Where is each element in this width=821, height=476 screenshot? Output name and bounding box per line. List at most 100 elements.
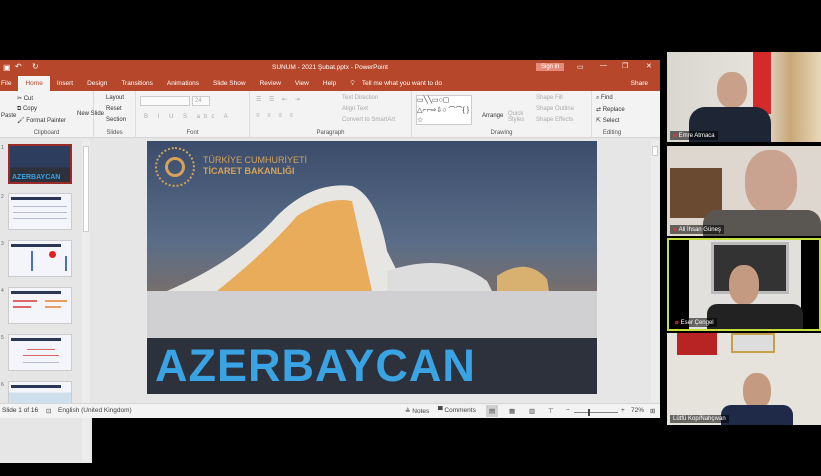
comments-button[interactable]: ▀ Comments: [438, 407, 476, 414]
drawing-group: ▭╲╲▭○▢ △⌐⌐⇨⇩○ ⌒⌒{ }☆ Arrange Quick Style…: [412, 91, 592, 138]
slide-title[interactable]: AZERBAYCAN: [155, 340, 476, 392]
tab-transitions[interactable]: Transitions: [114, 76, 160, 91]
slide-sorter-icon[interactable]: ▦: [509, 407, 515, 415]
reading-view-icon[interactable]: ▥: [529, 407, 535, 415]
editing-label: Editing: [602, 130, 622, 136]
shape-effects-button[interactable]: Shape Effects: [536, 117, 573, 123]
status-bar: Slide 1 of 16 ⊡ English (United Kingdom)…: [0, 403, 660, 418]
font-format-buttons[interactable]: B I U S abc A: [144, 114, 232, 120]
thumbnail-slide-1[interactable]: AZERBAYCAN: [8, 144, 72, 184]
arrange-button[interactable]: Arrange: [482, 113, 503, 119]
thumbnail-slide-2[interactable]: [8, 193, 72, 230]
notes-label: Notes: [412, 408, 430, 415]
font-size-input[interactable]: 24: [192, 96, 210, 106]
thumb-number: 2: [1, 194, 4, 200]
participant-name-label: Ali İhsan Güneş: [678, 227, 721, 233]
slide-counter: Slide 1 of 16: [2, 407, 39, 414]
participant-tile[interactable]: ⌀ Emre Atmaca: [667, 52, 821, 142]
minimize-icon[interactable]: —: [600, 62, 607, 69]
tab-animations[interactable]: Animations: [160, 76, 206, 91]
maximize-icon[interactable]: ❐: [622, 62, 628, 70]
participant-tile-active-speaker[interactable]: ⌀ Eser Çengel: [667, 238, 821, 331]
paragraph-label: Paragraph: [316, 130, 345, 136]
zoom-out-icon[interactable]: −: [566, 407, 570, 414]
reset-button[interactable]: Reset: [106, 106, 122, 112]
find-label: Find: [601, 95, 613, 101]
replace-button[interactable]: ⇄ Replace: [596, 106, 625, 113]
format-painter-button[interactable]: 🖌︎ Format Painter: [17, 117, 66, 124]
cut-button[interactable]: ✂ Cut: [17, 95, 33, 102]
slides-label: Slides: [106, 130, 123, 136]
zoom-slider-thumb[interactable]: [588, 409, 590, 416]
participant-name-label: Eser Çengel: [680, 320, 714, 326]
slide-canvas[interactable]: TÜRKİYE CUMHURİYETİ TİCARET BAKANLIĞI AZ…: [147, 141, 597, 394]
participant-video: [743, 373, 771, 409]
thumbnail-slide-3[interactable]: [8, 240, 72, 277]
thumb-number: 1: [1, 145, 4, 151]
quick-styles-button[interactable]: Quick Styles: [508, 111, 524, 123]
thumb-number: 5: [1, 335, 4, 341]
shape-outline-button[interactable]: Shape Outline: [536, 106, 574, 112]
thumb-number: 3: [1, 241, 4, 247]
paragraph-group: Text Direction Align Text Convert to Sma…: [250, 91, 412, 138]
thumbnail-slide-4[interactable]: [8, 287, 72, 324]
language-status[interactable]: English (United Kingdom): [58, 407, 132, 414]
title-band: AZERBAYCAN: [147, 338, 597, 394]
paste-button[interactable]: Paste: [1, 113, 16, 119]
normal-view-icon[interactable]: ▤: [486, 405, 499, 417]
drawing-label: Drawing: [490, 130, 513, 136]
list-buttons[interactable]: ☰ ☰ ⇤ ⇥: [256, 96, 303, 103]
notes-button[interactable]: ≜ Notes: [405, 407, 429, 415]
new-slide-button[interactable]: New Slide: [77, 111, 104, 117]
participant-video: [745, 150, 797, 214]
participant-name-label: Emre Atmaca: [678, 133, 715, 139]
sign-in-button[interactable]: Sign in: [536, 63, 565, 71]
zoom-in-icon[interactable]: +: [621, 407, 625, 414]
close-icon[interactable]: ✕: [646, 62, 652, 70]
tab-view[interactable]: View: [288, 76, 316, 91]
thumbnail-slide-5[interactable]: [8, 334, 72, 371]
shape-fill-button[interactable]: Shape Fill: [536, 95, 563, 101]
font-name-input[interactable]: [140, 96, 190, 106]
tab-insert[interactable]: Insert: [50, 76, 80, 91]
align-buttons[interactable]: ≡ ≡ ≡ ≡: [256, 113, 296, 119]
tab-design[interactable]: Design: [80, 76, 114, 91]
lightbulb-icon: 💡︎: [350, 80, 355, 87]
ribbon-tabs: File Home Insert Design Transitions Anim…: [0, 76, 660, 91]
muted-mic-icon: ⌀: [675, 320, 679, 326]
format-painter-label: Format Painter: [26, 118, 66, 124]
section-button[interactable]: Section: [106, 117, 126, 123]
text-direction-button[interactable]: Text Direction: [342, 95, 378, 101]
ribbon: Paste ✂ Cut ⧉ Copy 🖌︎ Format Painter Cli…: [0, 91, 660, 138]
accessibility-icon[interactable]: ⊡: [46, 407, 51, 415]
shapes-gallery[interactable]: ▭╲╲▭○▢ △⌐⌐⇨⇩○ ⌒⌒{ }☆: [416, 95, 472, 125]
tab-review[interactable]: Review: [253, 76, 288, 91]
tab-slide-show[interactable]: Slide Show: [206, 76, 253, 91]
tab-file[interactable]: File: [0, 76, 18, 91]
tell-me-search[interactable]: Tell me what you want to do: [362, 76, 449, 91]
muted-mic-icon: ⌀: [673, 227, 677, 233]
slides-group: New Slide Layout Reset Section Slides: [77, 91, 136, 138]
zoom-slider[interactable]: [574, 409, 618, 416]
participant-video: [717, 72, 747, 108]
slideshow-icon[interactable]: ⊤: [548, 407, 554, 415]
participant-tile[interactable]: ⌀ Ali İhsan Güneş: [667, 146, 821, 236]
participant-name: ⌀ Emre Atmaca: [670, 131, 718, 140]
fit-slide-icon[interactable]: ⊞: [650, 407, 655, 415]
convert-smartart-button[interactable]: Convert to SmartArt: [342, 117, 395, 123]
slide-scrollbar[interactable]: [651, 140, 659, 402]
layout-button[interactable]: Layout: [106, 95, 124, 101]
tab-help[interactable]: Help: [316, 76, 343, 91]
find-button[interactable]: ⌕ Find: [596, 95, 613, 102]
participant-tile[interactable]: Lütfü Kop/Nahçıvan: [667, 333, 821, 425]
share-button[interactable]: Share: [631, 80, 648, 87]
thumb-number: 6: [1, 382, 4, 388]
select-button[interactable]: ⇱ Select: [596, 117, 619, 124]
ribbon-display-icon[interactable]: ▭: [577, 63, 584, 71]
copy-button[interactable]: ⧉ Copy: [17, 106, 37, 113]
zoom-level[interactable]: 72%: [631, 407, 644, 414]
participant-name: Lütfü Kop/Nahçıvan: [670, 415, 729, 423]
font-group: 24 B I U S abc A Font: [136, 91, 250, 138]
align-text-button[interactable]: Align Text: [342, 106, 368, 112]
tab-home[interactable]: Home: [18, 76, 50, 91]
